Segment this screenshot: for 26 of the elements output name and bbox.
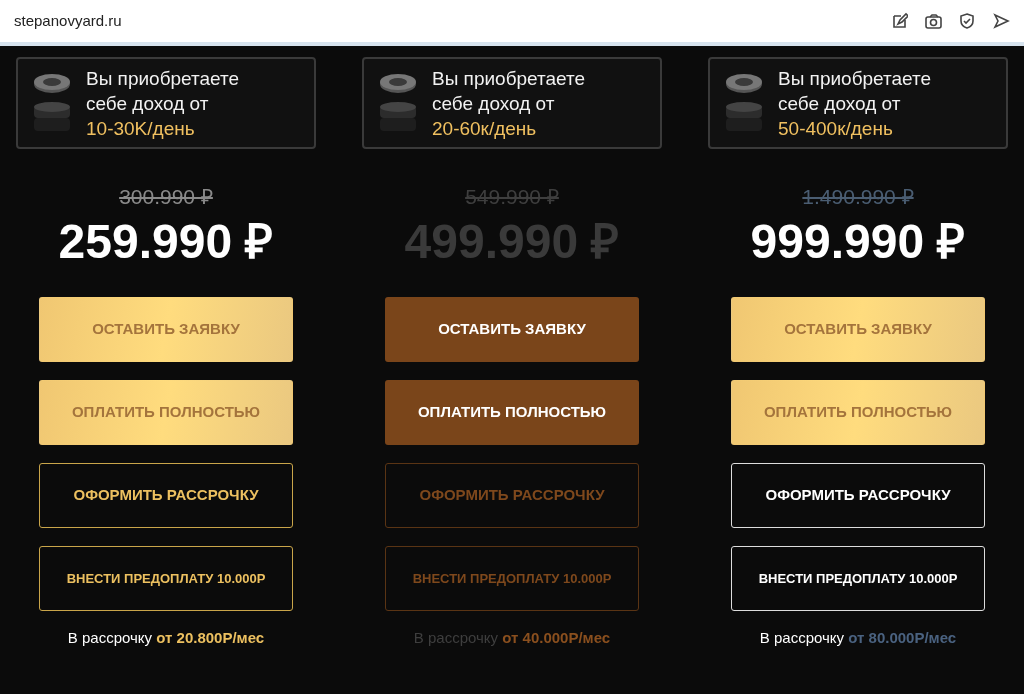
installment-button[interactable]: ОФОРМИТЬ РАССРОЧКУ <box>39 463 293 528</box>
camera-icon[interactable] <box>924 12 942 30</box>
income-range: 50-400к/день <box>778 116 894 141</box>
puck-stack-icon <box>32 72 72 134</box>
edit-icon[interactable] <box>890 12 908 30</box>
price: 259.990 ₽ <box>58 214 274 270</box>
installment-note: В рассрочку от 20.800Р/мес <box>67 628 265 648</box>
shield-icon[interactable] <box>958 12 976 30</box>
prepay-button[interactable]: ВНЕСТИ ПРЕДОПЛАТУ 10.000Р <box>731 546 985 611</box>
send-icon[interactable] <box>992 12 1010 30</box>
old-price: 300.990 ₽ <box>119 184 213 210</box>
income-text: Вы приобретаете себе доход от <box>778 66 933 116</box>
address-bar[interactable]: stepanovyard.ru <box>14 9 122 33</box>
puck-stack-icon <box>724 72 764 134</box>
prepay-button[interactable]: ВНЕСТИ ПРЕДОПЛАТУ 10.000Р <box>39 546 293 611</box>
old-price: 1.490.990 ₽ <box>802 184 914 210</box>
installment-button[interactable]: ОФОРМИТЬ РАССРОЧКУ <box>731 463 985 528</box>
income-text: Вы приобретаете себе доход от <box>432 66 587 116</box>
request-button[interactable]: ОСТАВИТЬ ЗАЯВКУ <box>385 297 639 362</box>
income-text: Вы приобретаете себе доход от <box>86 66 241 116</box>
income-range: 10-30K/день <box>86 116 196 141</box>
price: 999.990 ₽ <box>750 214 966 270</box>
income-range: 20-60к/день <box>432 116 538 141</box>
puck-stack-icon <box>378 72 418 134</box>
installment-note: В рассрочку от 80.000Р/мес <box>759 628 957 648</box>
pay-button[interactable]: ОПЛАТИТЬ ПОЛНОСТЬЮ <box>385 380 639 445</box>
